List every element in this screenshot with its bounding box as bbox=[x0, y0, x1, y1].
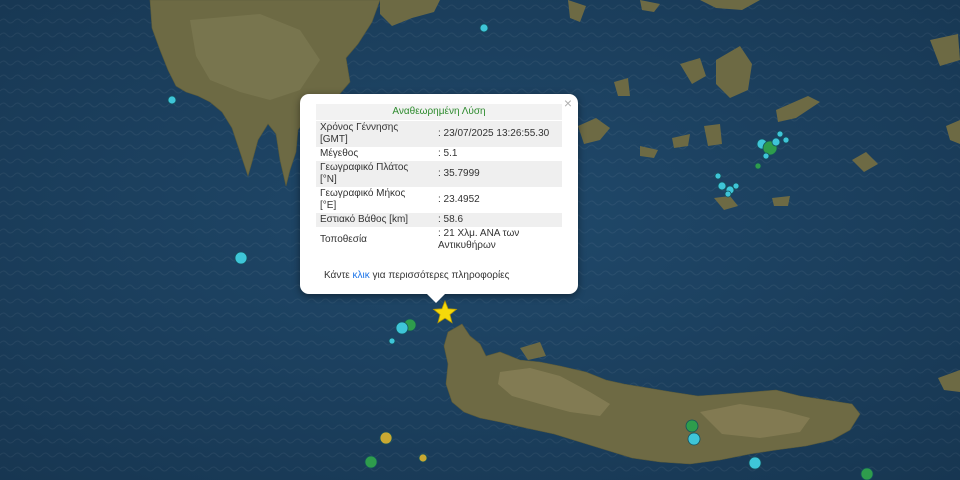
earthquake-marker[interactable] bbox=[771, 137, 781, 147]
earthquake-marker[interactable] bbox=[167, 95, 177, 105]
row-label: Μέγεθος bbox=[320, 148, 359, 159]
earthquake-marker[interactable] bbox=[379, 431, 393, 445]
row-value: : 5.1 bbox=[438, 148, 458, 159]
popup-pointer bbox=[427, 294, 445, 303]
row-value: : 21 Χλμ. ΑΝΑ των Αντικυθήρων bbox=[438, 228, 520, 251]
table-row: Χρόνος Γέννησης [GMT] : 23/07/2025 13:26… bbox=[316, 121, 562, 147]
earthquake-marker[interactable] bbox=[234, 251, 248, 265]
row-value: : 23/07/2025 13:26:55.30 bbox=[428, 121, 562, 147]
earthquake-info-popup: × Αναθεωρημένη Λύση Χρόνος Γέννησης [GMT… bbox=[300, 94, 578, 303]
earthquake-marker[interactable] bbox=[364, 455, 378, 469]
row-value: : 58.6 bbox=[428, 213, 562, 227]
row-label: Γεωγραφικό Πλάτος [°N] bbox=[316, 161, 428, 187]
earthquake-marker[interactable] bbox=[732, 182, 740, 190]
row-label: Γεωγραφικό Μήκος [°E] bbox=[320, 188, 406, 211]
row-label: Τοποθεσία bbox=[320, 234, 367, 245]
earthquake-marker[interactable] bbox=[685, 419, 699, 433]
more-info-link[interactable]: κλικ bbox=[353, 270, 370, 281]
table-row: Εστιακό Βάθος [km] : 58.6 bbox=[316, 213, 562, 227]
row-label: Εστιακό Βάθος [km] bbox=[316, 213, 428, 227]
earthquake-marker[interactable] bbox=[388, 337, 396, 345]
table-row: Γεωγραφικό Πλάτος [°N] : 35.7999 bbox=[316, 161, 562, 187]
earthquake-marker[interactable] bbox=[717, 181, 727, 191]
earthquake-marker[interactable] bbox=[395, 321, 409, 335]
row-value: : 35.7999 bbox=[428, 161, 562, 187]
table-row: Γεωγραφικό Μήκος [°E] : 23.4952 bbox=[316, 187, 562, 213]
table-row: Τοποθεσία : 21 Χλμ. ΑΝΑ των Αντικυθήρων bbox=[316, 227, 562, 253]
earthquake-marker[interactable] bbox=[724, 190, 732, 198]
earthquake-marker[interactable] bbox=[860, 467, 874, 480]
more-info-suffix: για περισσότερες πληροφορίες bbox=[372, 270, 510, 281]
popup-title: Αναθεωρημένη Λύση bbox=[316, 104, 562, 120]
row-value: : 23.4952 bbox=[438, 194, 480, 205]
more-info-line: Κάντε κλικ για περισσότερες πληροφορίες bbox=[324, 270, 509, 281]
earthquake-marker[interactable] bbox=[748, 456, 762, 470]
table-row: Μέγεθος : 5.1 bbox=[316, 147, 562, 161]
close-icon[interactable]: × bbox=[564, 95, 572, 111]
earthquake-marker[interactable] bbox=[479, 23, 489, 33]
earthquake-marker[interactable] bbox=[754, 162, 762, 170]
earthquake-marker[interactable] bbox=[418, 453, 428, 463]
earthquake-marker[interactable] bbox=[776, 130, 784, 138]
earthquake-details-table: Χρόνος Γέννησης [GMT] : 23/07/2025 13:26… bbox=[316, 121, 562, 253]
row-label: Χρόνος Γέννησης [GMT] bbox=[316, 121, 428, 147]
earthquake-marker[interactable] bbox=[714, 172, 722, 180]
earthquake-marker[interactable] bbox=[762, 152, 770, 160]
earthquake-marker[interactable] bbox=[782, 136, 790, 144]
earthquake-marker[interactable] bbox=[687, 432, 701, 446]
more-info-prefix: Κάντε bbox=[324, 270, 350, 281]
